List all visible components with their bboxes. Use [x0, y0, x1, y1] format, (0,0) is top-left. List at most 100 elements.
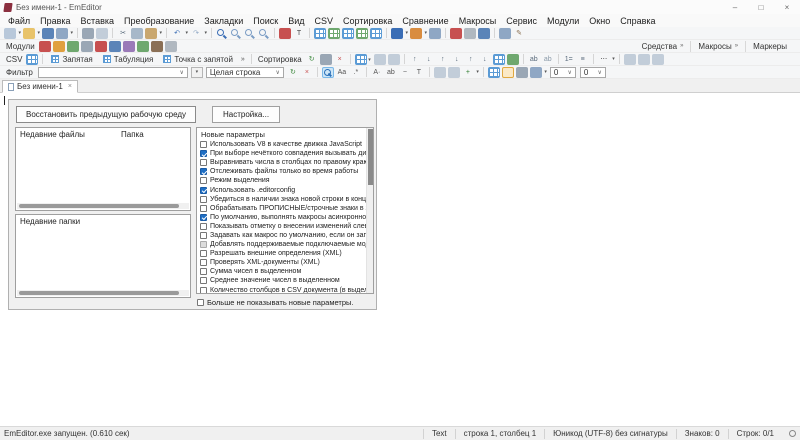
- find-icon[interactable]: [216, 28, 228, 39]
- module-6-icon[interactable]: [108, 40, 121, 52]
- heading-rows-select[interactable]: 0 ∨: [549, 66, 576, 78]
- highlight-icon[interactable]: [279, 27, 291, 39]
- menu-item[interactable]: Справка: [615, 16, 660, 26]
- checkbox-icon[interactable]: [200, 286, 207, 293]
- maximize-button[interactable]: □: [748, 0, 774, 14]
- clear-bookmarks-icon[interactable]: [429, 27, 441, 39]
- open-file-icon[interactable]: [23, 27, 40, 39]
- whole-word-icon[interactable]: A·: [371, 67, 383, 78]
- close-button[interactable]: ×: [774, 0, 800, 14]
- fuzzy-match-icon[interactable]: ab: [385, 67, 397, 78]
- sort-desc-icon[interactable]: ↓: [423, 54, 435, 65]
- menu-item[interactable]: Вставка: [76, 16, 119, 26]
- module-4-icon[interactable]: [80, 40, 93, 52]
- filter-dropdown-button[interactable]: ▾: [190, 66, 203, 78]
- dont-show-option[interactable]: Больше не показывать новые параметры.: [197, 298, 374, 307]
- stop-macro-icon[interactable]: [464, 27, 476, 39]
- print-preview-icon[interactable]: [96, 27, 108, 39]
- option-row[interactable]: По умолчанию, выполнять макросы асинхрон…: [197, 213, 367, 222]
- cut-icon[interactable]: ✂: [117, 28, 129, 39]
- option-row[interactable]: Использовать V8 в качестве движка JavaSc…: [197, 140, 367, 149]
- option-row[interactable]: Выравнивать числа в столбцах по правому …: [197, 158, 367, 167]
- menu-item[interactable]: Файл: [3, 16, 35, 26]
- csv-delimiter-button[interactable]: Табуляция: [98, 53, 159, 65]
- sort-close-icon[interactable]: ×: [334, 54, 346, 65]
- toolbar-caption[interactable]: Макросы»: [690, 40, 745, 52]
- option-row[interactable]: При выборе нечёткого совпадения вызывать…: [197, 149, 367, 158]
- checkbox-icon[interactable]: [200, 213, 207, 221]
- table-mode-icon[interactable]: [356, 27, 368, 39]
- option-row[interactable]: Количество столбцов в CSV документа (в в…: [197, 286, 367, 293]
- checkbox-icon[interactable]: [200, 168, 207, 176]
- document-tab[interactable]: Без имени-1 ×: [2, 80, 78, 93]
- toolbar-caption[interactable]: Маркеры: [745, 40, 797, 52]
- pencil-icon[interactable]: ✎: [513, 28, 525, 39]
- narrowing-3-icon[interactable]: [651, 53, 664, 65]
- menu-item[interactable]: Поиск: [248, 16, 283, 26]
- menu-item[interactable]: Вид: [283, 16, 309, 26]
- match-case-icon[interactable]: Aa: [336, 67, 348, 78]
- sort-len-desc-icon[interactable]: ↓: [479, 54, 491, 65]
- csv-mode-icon[interactable]: [314, 27, 326, 39]
- sort-asc-icon[interactable]: ↑: [409, 54, 421, 65]
- menu-item[interactable]: Модули: [542, 16, 584, 26]
- checkbox-icon[interactable]: [200, 141, 207, 149]
- more-commands-icon[interactable]: ⋯: [598, 54, 615, 65]
- csv-delimiter-button[interactable]: Запятая: [46, 53, 97, 65]
- horizontal-scrollbar[interactable]: [17, 290, 189, 296]
- negative-filter-icon[interactable]: −: [399, 67, 411, 78]
- filter-refresh-icon[interactable]: ↻: [287, 67, 299, 78]
- compare-icon[interactable]: [499, 27, 511, 39]
- option-row[interactable]: Отслеживать файлы только во время работы: [197, 167, 367, 176]
- horizontal-scrollbar[interactable]: [17, 203, 189, 209]
- scrollbar-thumb[interactable]: [19, 204, 179, 208]
- next-bookmark-icon[interactable]: [410, 27, 427, 39]
- filter-clear-icon[interactable]: ×: [301, 67, 313, 78]
- tsv-mode-icon[interactable]: [328, 27, 340, 39]
- find-in-files-icon[interactable]: [244, 28, 256, 39]
- option-row[interactable]: Добавлять поддерживаемые подключаемые мо…: [197, 240, 367, 249]
- option-row[interactable]: Убедиться в наличии знака новой строки в…: [197, 195, 367, 204]
- flag-filter-icon[interactable]: [529, 66, 547, 78]
- option-row[interactable]: Проверять XML-документы (XML): [197, 258, 367, 267]
- option-row[interactable]: Показывать отметку о внесении изменений …: [197, 222, 367, 231]
- menu-item[interactable]: CSV: [309, 16, 338, 26]
- module-5-icon[interactable]: [94, 40, 107, 52]
- redo-icon[interactable]: ↷: [190, 28, 207, 39]
- narrowing-1-icon[interactable]: [623, 53, 636, 65]
- freeze-panes-icon[interactable]: [373, 53, 386, 65]
- word-wrap-icon[interactable]: ab: [528, 54, 540, 65]
- checkbox-icon[interactable]: [200, 268, 207, 276]
- run-macro-icon[interactable]: [478, 27, 490, 39]
- recent-folders-list[interactable]: Недавние папки: [15, 214, 191, 298]
- bookmark-filter-icon[interactable]: [501, 66, 514, 78]
- module-10-icon[interactable]: [164, 40, 177, 52]
- ruler-icon[interactable]: ≡: [577, 54, 589, 65]
- checkbox-icon[interactable]: [200, 250, 207, 258]
- record-macro-icon[interactable]: [450, 27, 462, 39]
- option-row[interactable]: Обрабатывать ПРОПИСНЫЕ/строчные знаки в …: [197, 204, 367, 213]
- dsv-mode-icon[interactable]: [342, 27, 354, 39]
- checkbox-icon[interactable]: [200, 222, 207, 230]
- regex-icon[interactable]: .*: [350, 67, 362, 78]
- copy-icon[interactable]: [131, 27, 143, 39]
- filter-search-icon[interactable]: [321, 66, 334, 78]
- scrollbar-thumb[interactable]: [19, 291, 179, 295]
- option-row[interactable]: Задавать как макрос по умолчанию, если о…: [197, 231, 367, 240]
- toolbar-caption[interactable]: Средства»: [635, 41, 691, 52]
- checkbox-icon[interactable]: [200, 186, 207, 194]
- sort-options-icon[interactable]: [319, 53, 332, 65]
- menu-item[interactable]: Преобразование: [119, 16, 199, 26]
- save-icon[interactable]: [42, 27, 54, 39]
- paste-icon[interactable]: [145, 27, 162, 39]
- filter-input[interactable]: ∨: [37, 66, 188, 78]
- text-mode-icon[interactable]: T: [293, 28, 305, 39]
- csv-grid-icon[interactable]: [26, 53, 39, 65]
- table-filter-icon[interactable]: [487, 66, 500, 78]
- unfreeze-panes-icon[interactable]: [387, 53, 400, 65]
- new-file-icon[interactable]: [4, 27, 21, 39]
- option-row[interactable]: Среднее значение чисел в выделенном: [197, 276, 367, 285]
- restore-workspace-button[interactable]: Восстановить предыдущую рабочую среду: [16, 106, 197, 123]
- checkbox-icon[interactable]: [200, 204, 207, 212]
- scrollbar-thumb[interactable]: [368, 129, 373, 185]
